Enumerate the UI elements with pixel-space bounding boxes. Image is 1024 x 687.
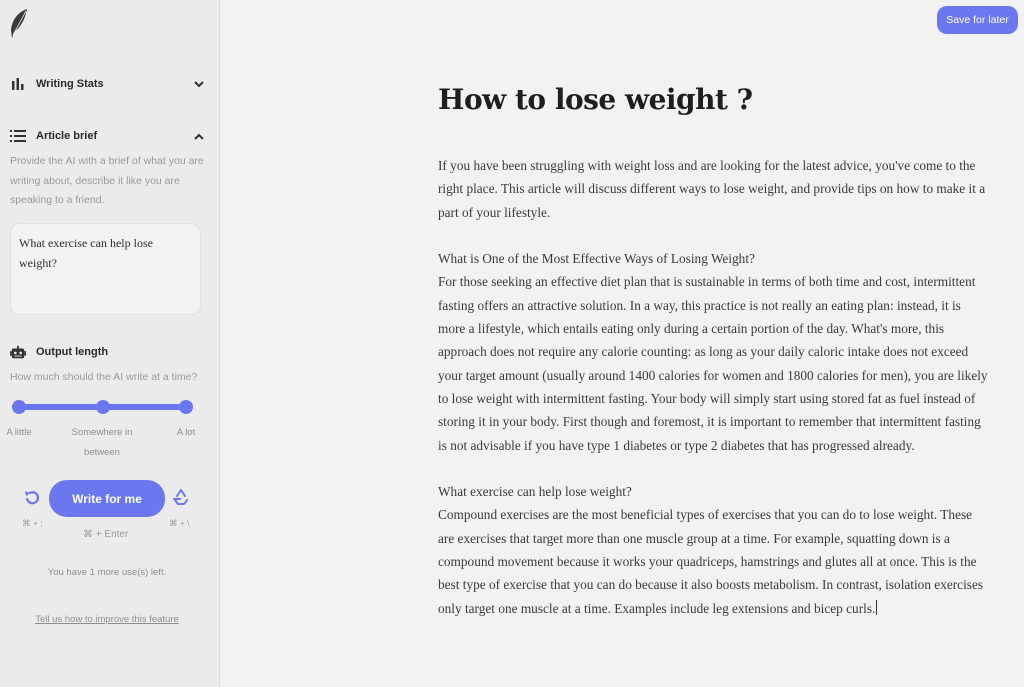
slider-label-in-between: Somewhere in between [71,427,133,458]
article-brief-toggle[interactable]: Article brief [10,126,205,146]
slider-stop-a-little[interactable] [12,400,26,414]
uses-left-text: You have 1 more use(s) left. [47,567,167,578]
article-editor[interactable]: How to lose weight ? If you have been st… [438,80,988,643]
writing-stats-toggle[interactable]: Writing Stats [10,74,205,94]
undo-shortcut: ⌘ + ; [22,518,43,528]
article-brief-hint: Provide the AI with a brief of what you … [10,155,204,206]
bar-chart-icon [10,76,26,92]
article-paragraph[interactable]: For those seeking an effective diet plan… [438,270,988,456]
slider-stop-in-between[interactable] [95,400,110,414]
article-title[interactable]: How to lose weight ? [438,80,988,120]
article-brief-input[interactable]: What exercise can help lose weight? [10,223,201,315]
save-for-later-button[interactable]: Save for later [937,6,1018,34]
slider-label-a-little: A little [6,427,32,438]
list-icon [10,128,26,144]
feather-icon[interactable] [8,8,30,40]
write-for-me-button[interactable]: Write for me [49,480,165,517]
text-cursor [876,599,878,615]
regenerate-icon[interactable] [172,488,190,506]
output-length-header: Output length [10,342,205,362]
chevron-up-icon[interactable] [193,130,205,142]
regenerate-shortcut: ⌘ + \ [169,518,190,528]
write-shortcut: ⌘ + Enter [83,529,129,540]
chevron-down-icon[interactable] [193,78,205,90]
robot-icon [10,344,26,360]
output-length-hint: How much should the AI write at a time? [10,371,198,383]
article-paragraph[interactable]: Compound exercises are the most benefici… [438,503,988,619]
writing-stats-label: Writing Stats [36,78,104,90]
slider-label-a-lot: A lot [176,427,196,438]
output-length-slider[interactable] [12,400,193,414]
sidebar: Writing Stats Article brief Provide the … [0,0,220,687]
undo-icon[interactable] [23,489,41,507]
article-section-heading[interactable]: What exercise can help lose weight? [438,480,988,503]
article-brief-label: Article brief [36,130,98,142]
article-section-heading[interactable]: What is One of the Most Effective Ways o… [438,247,988,270]
article-intro-paragraph[interactable]: If you have been struggling with weight … [438,154,988,224]
article-paragraph-text: Compound exercises are the most benefici… [438,507,984,616]
output-length-label: Output length [36,346,109,358]
slider-stop-a-lot[interactable] [179,400,193,414]
improve-feature-link[interactable]: Tell us how to improve this feature [0,614,214,625]
